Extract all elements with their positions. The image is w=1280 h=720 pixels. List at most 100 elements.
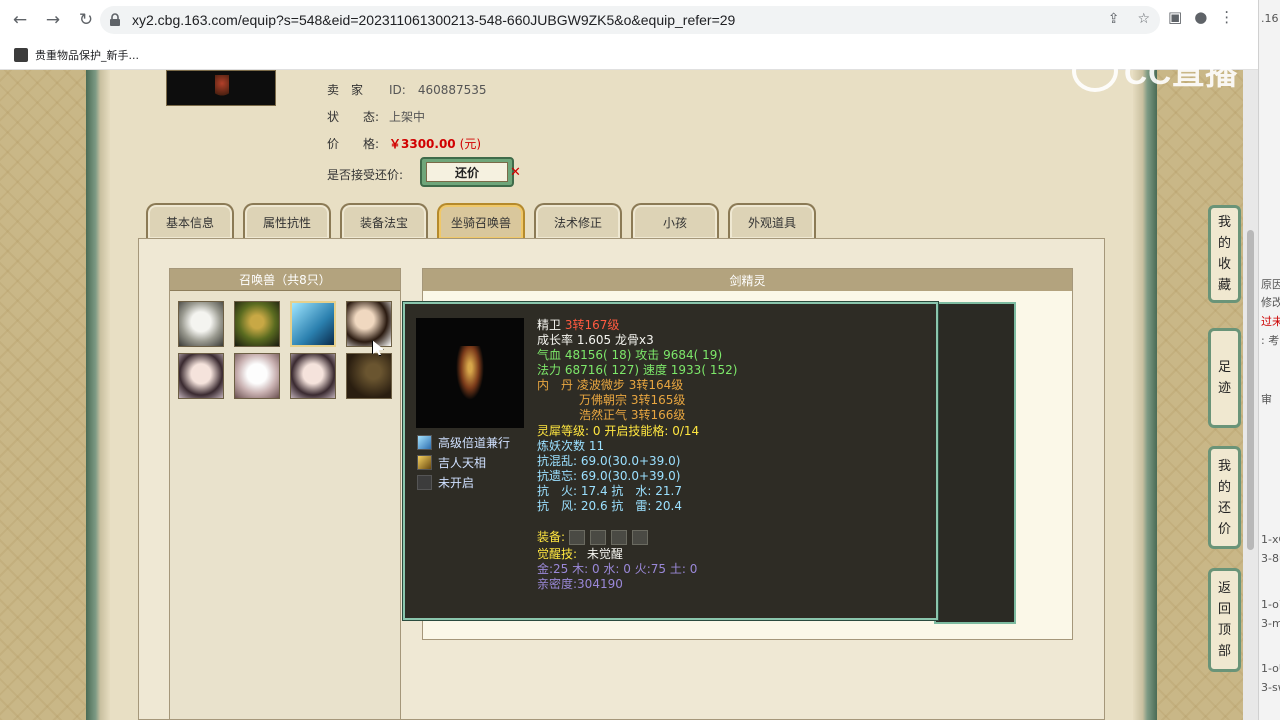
pet-avatar[interactable] bbox=[178, 353, 224, 399]
spd-value: 1933( 152) bbox=[670, 363, 738, 377]
skill-name: 未开启 bbox=[438, 476, 475, 490]
skill-luck-icon bbox=[417, 455, 432, 470]
pet-avatar[interactable] bbox=[290, 353, 336, 399]
pet-detail-title: 剑精灵 bbox=[423, 269, 1072, 291]
growth-line: 成长率 1.605 龙骨x3 bbox=[537, 333, 654, 347]
equip-line: 装备: bbox=[537, 530, 653, 545]
pet-avatar[interactable] bbox=[234, 353, 280, 399]
status-row: 状 态: 上架中 bbox=[327, 108, 425, 125]
profile-avatar-icon[interactable]: ● bbox=[1194, 8, 1207, 26]
resist-forget-line: 抗遗忘: 69.0(30.0+39.0) bbox=[537, 469, 681, 483]
intimacy-line: 亲密度:304190 bbox=[537, 577, 623, 591]
hp-atk-line: 气血 48156( 18) 攻击 9684( 19) bbox=[537, 348, 722, 363]
neidan-line: 内 丹 凌波微步 3转164级 bbox=[537, 378, 683, 393]
btn-char: 迹 bbox=[1217, 381, 1231, 396]
equip-slot-icon bbox=[568, 530, 585, 545]
pet-name-line: 精卫 3转167级 bbox=[537, 318, 619, 333]
character-thumbnail bbox=[166, 70, 276, 106]
lingxi-value: 0 开启技能格: bbox=[592, 424, 669, 438]
strip-text: .16 bbox=[1261, 12, 1279, 25]
counter-offer-label: 是否接受还价: bbox=[327, 168, 404, 182]
btn-char: 的 bbox=[1217, 479, 1231, 495]
skill-row: 吉人天相 bbox=[417, 454, 486, 471]
btn-char: 收 bbox=[1217, 257, 1231, 272]
awaken-value: 未觉醒 bbox=[586, 547, 623, 561]
share-icon[interactable]: ⇪ bbox=[1108, 11, 1120, 27]
status-key: 状 态: bbox=[327, 110, 380, 124]
btn-char: 还 bbox=[1217, 500, 1231, 516]
back-arrow-icon[interactable]: ← bbox=[7, 7, 33, 33]
btn-char: 顶 bbox=[1217, 623, 1231, 638]
reload-icon[interactable]: ↻ bbox=[73, 7, 99, 33]
back-to-top-button[interactable]: 返 回 顶 部 bbox=[1208, 568, 1241, 672]
equip-slot-icon bbox=[610, 530, 627, 545]
tab-equipment[interactable]: 装备法宝 bbox=[340, 203, 428, 239]
tab-appearance[interactable]: 外观道具 bbox=[728, 203, 816, 239]
my-favorites-button[interactable]: 我 的 收 藏 bbox=[1208, 205, 1241, 303]
neidan-level: 3转165级 bbox=[630, 393, 686, 407]
strip-text: 3-sw bbox=[1261, 681, 1280, 694]
pet-avatar-selected[interactable] bbox=[290, 301, 336, 347]
seller-key: 卖 家 bbox=[327, 83, 364, 97]
tab-children[interactable]: 小孩 bbox=[631, 203, 719, 239]
watermark-text: CC直播 bbox=[1124, 55, 1239, 91]
neidan-name: 浩然正气 bbox=[579, 408, 628, 422]
btn-char: 我 bbox=[1217, 458, 1231, 474]
pet-avatar[interactable] bbox=[346, 301, 392, 347]
browser-toolbar: ← → ↻ xy2.cbg.163.com/equip?s=548&eid=20… bbox=[0, 0, 1258, 40]
strip-text: 3-ml bbox=[1261, 617, 1280, 630]
neidan-level: 3转166级 bbox=[630, 408, 686, 422]
bookmarks-bar: 贵重物品保护_新手... bbox=[0, 40, 1258, 70]
mp-spd-line: 法力 68716( 127) 速度 1933( 152) bbox=[537, 363, 737, 378]
strip-text: : 考 bbox=[1261, 334, 1280, 347]
equip-label: 装备: bbox=[537, 530, 566, 544]
pet-avatar[interactable] bbox=[234, 301, 280, 347]
pet-list-panel: 召唤兽（共8只） bbox=[169, 268, 401, 720]
footprint-button[interactable]: 足 迹 bbox=[1208, 328, 1241, 428]
scrollbar-thumb[interactable] bbox=[1247, 230, 1254, 550]
pet-avatar[interactable] bbox=[178, 301, 224, 347]
counter-offer-button[interactable]: 还价 bbox=[420, 157, 514, 187]
awaken-line: 觉醒技: 未觉醒 bbox=[537, 547, 623, 562]
neidan-label: 内 丹 bbox=[537, 378, 574, 392]
tab-mounts-pets[interactable]: 坐骑召唤兽 bbox=[437, 203, 525, 239]
price-value: ￥3300.00 bbox=[389, 137, 456, 151]
seller-id: ID: 460887535 bbox=[389, 83, 487, 97]
neidan-line: 万佛朝宗 3转165级 bbox=[579, 393, 685, 408]
browser-chrome: ← → ↻ xy2.cbg.163.com/equip?s=548&eid=20… bbox=[0, 0, 1258, 70]
url-text[interactable]: xy2.cbg.163.com/equip?s=548&eid=20231106… bbox=[132, 12, 735, 28]
tab-spell-correction[interactable]: 法术修正 bbox=[534, 203, 622, 239]
strip-text: 3-8u bbox=[1261, 552, 1280, 565]
price-key: 价 格: bbox=[327, 137, 380, 151]
strip-text: 1-oU bbox=[1261, 662, 1280, 675]
menu-kebab-icon[interactable]: ⋮ bbox=[1219, 8, 1234, 26]
resist-confusion-line: 抗混乱: 69.0(30.0+39.0) bbox=[537, 454, 681, 468]
btn-char: 足 bbox=[1217, 360, 1231, 375]
tab-attributes[interactable]: 属性抗性 bbox=[243, 203, 331, 239]
counter-offer-button-label[interactable]: 还价 bbox=[426, 162, 508, 182]
tab-basic-info[interactable]: 基本信息 bbox=[146, 203, 234, 239]
bookmark-item[interactable]: 贵重物品保护_新手... bbox=[35, 47, 139, 63]
skill-name: 高级倍道兼行 bbox=[438, 436, 511, 450]
lingxi-slots: 0/14 bbox=[672, 424, 700, 438]
atk-label: 攻击 bbox=[635, 348, 660, 362]
lianyao-line: 炼妖次数 11 bbox=[537, 439, 605, 453]
side-panel-icon[interactable]: ▣ bbox=[1168, 8, 1182, 26]
bookmark-star-icon[interactable]: ☆ bbox=[1137, 11, 1150, 27]
my-counter-offers-button[interactable]: 我 的 还 价 bbox=[1208, 446, 1241, 549]
btn-char: 部 bbox=[1217, 644, 1231, 659]
site-info-icon[interactable] bbox=[106, 11, 124, 29]
neidan-line: 浩然正气 3转166级 bbox=[579, 408, 685, 423]
cc-logo-icon bbox=[1072, 50, 1118, 92]
pet-avatar[interactable] bbox=[346, 353, 392, 399]
neidan-name: 万佛朝宗 bbox=[579, 393, 628, 407]
equip-slot-icon bbox=[589, 530, 606, 545]
strip-text: 审 bbox=[1261, 393, 1272, 406]
page-scrollbar[interactable] bbox=[1243, 70, 1258, 720]
price-row: 价 格: ￥3300.00 (元) bbox=[327, 135, 481, 152]
price-unit: (元) bbox=[459, 137, 482, 151]
hp-value: 48156( 18) bbox=[564, 348, 632, 362]
forward-arrow-icon[interactable]: → bbox=[40, 7, 66, 33]
close-icon[interactable]: ✕ bbox=[510, 165, 521, 180]
address-bar[interactable]: xy2.cbg.163.com/equip?s=548&eid=20231106… bbox=[100, 6, 1160, 34]
